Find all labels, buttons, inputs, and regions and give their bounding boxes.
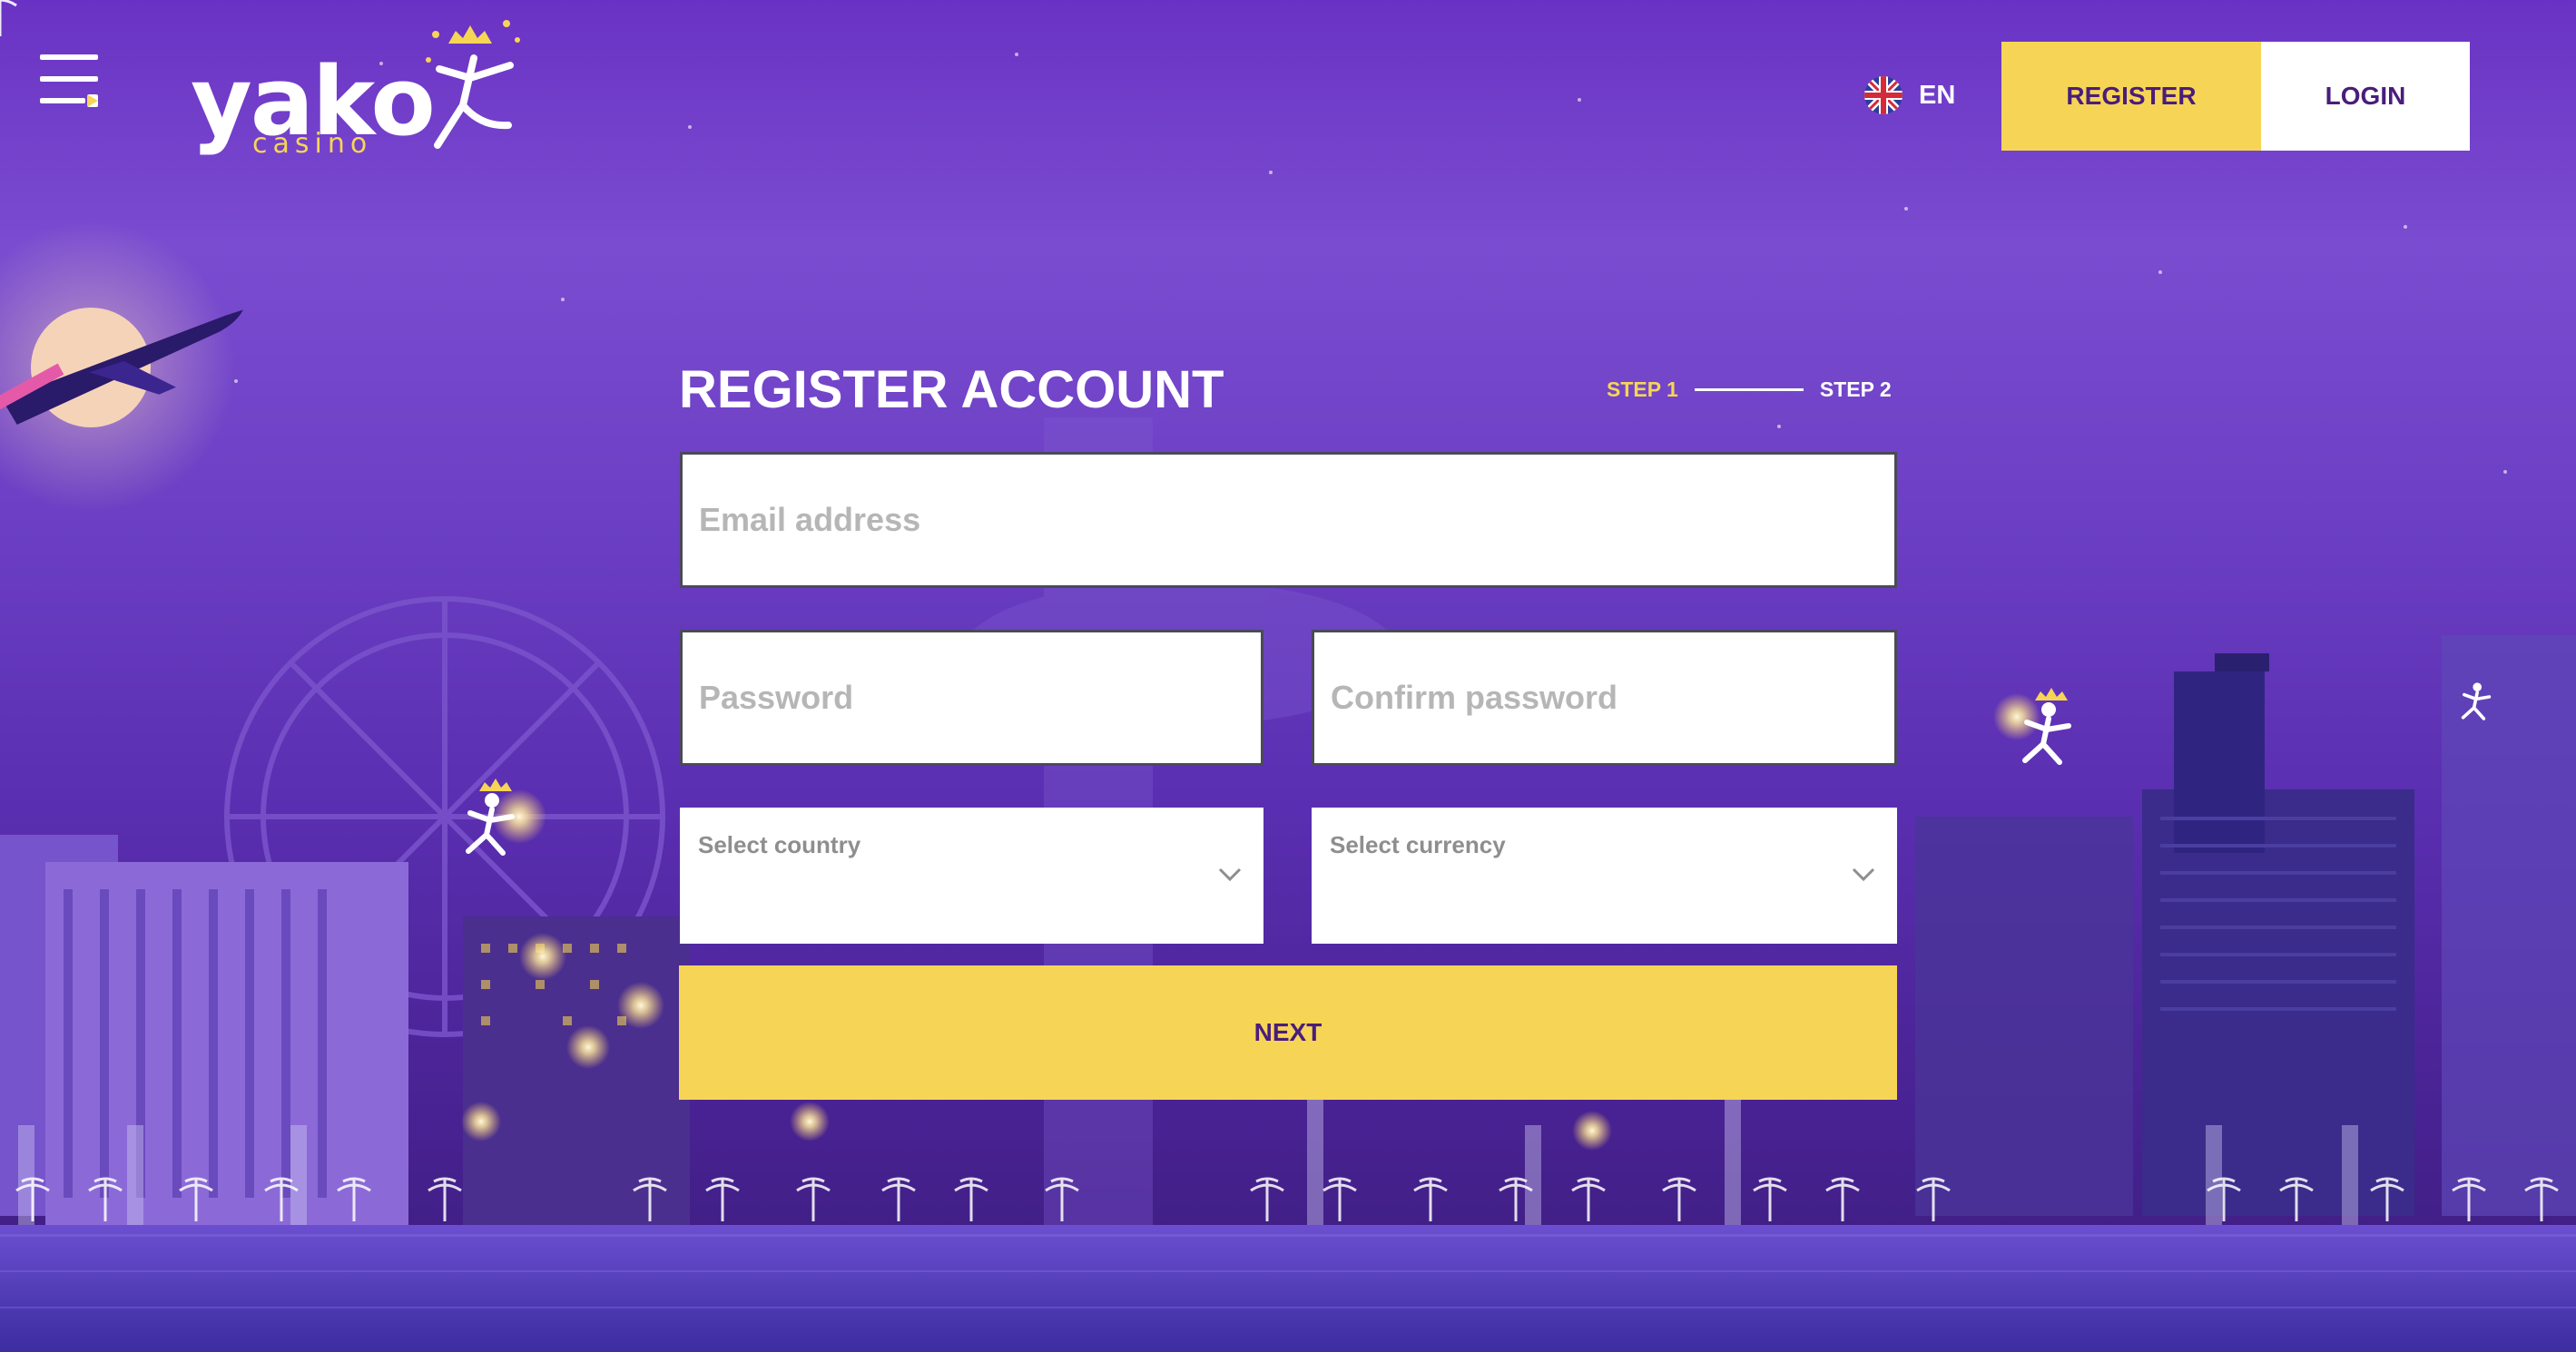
- password-field-container: [680, 630, 1263, 766]
- step-connector: [1694, 388, 1804, 391]
- step-2-label: STEP 2: [1819, 377, 1892, 401]
- header-login-button[interactable]: LOGIN: [2261, 42, 2470, 151]
- uk-flag-icon: [1864, 76, 1903, 114]
- yako-casino-logo[interactable]: yako casino: [191, 18, 536, 163]
- hamburger-menu-button[interactable]: [40, 51, 103, 111]
- currency-select-label: Select currency: [1330, 831, 1506, 858]
- logo-mascot-icon: [426, 20, 520, 149]
- step-indicator: STEP 1 STEP 2: [1607, 377, 1892, 402]
- chevron-down-icon: [1218, 867, 1242, 882]
- password-input[interactable]: [683, 632, 1261, 763]
- page-title: REGISTER ACCOUNT: [679, 360, 1224, 419]
- step-1-label: STEP 1: [1607, 377, 1678, 401]
- email-input[interactable]: [683, 455, 1894, 585]
- next-button[interactable]: NEXT: [679, 965, 1897, 1100]
- menu-line: [40, 76, 98, 82]
- language-code: EN: [1919, 80, 1956, 110]
- header-register-button[interactable]: REGISTER: [2001, 42, 2261, 151]
- confirm-password-field-container: [1312, 630, 1897, 766]
- email-field-container: [680, 452, 1897, 588]
- country-select-label: Select country: [698, 831, 861, 858]
- menu-line: [40, 98, 85, 103]
- country-select[interactable]: Select country: [680, 808, 1263, 944]
- confirm-password-input[interactable]: [1314, 632, 1894, 763]
- city-skyline-background: [0, 0, 2576, 1352]
- currency-select[interactable]: Select currency: [1312, 808, 1897, 944]
- language-selector[interactable]: EN: [1864, 76, 1955, 114]
- chevron-down-icon: [1852, 867, 1875, 882]
- menu-arrow-icon: [87, 94, 98, 107]
- logo-subtitle: casino: [252, 128, 373, 160]
- menu-line: [40, 54, 98, 60]
